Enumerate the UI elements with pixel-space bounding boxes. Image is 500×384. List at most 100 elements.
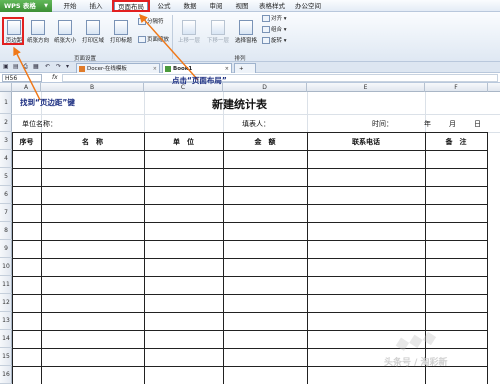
print-area-icon	[86, 20, 100, 35]
dropdown-icon[interactable]: ▾	[66, 63, 69, 70]
table-border	[12, 222, 488, 223]
row-headers: 1 2 3 4 5 6 7 8 9 10 11 12 13 14 15 16	[0, 92, 12, 384]
selection-pane-button[interactable]: 选择窗格	[233, 20, 259, 44]
bring-forward-icon	[182, 20, 196, 35]
row-header[interactable]: 2	[0, 114, 12, 132]
annotation-find-margin: 找到“页边距”键	[20, 98, 75, 107]
formula-input[interactable]	[62, 74, 498, 82]
save-icon[interactable]: ▣	[3, 63, 9, 70]
row-header[interactable]: 8	[0, 222, 12, 240]
row-header[interactable]: 9	[0, 240, 12, 258]
margin-button-label: 页边距	[5, 38, 23, 44]
spreadsheet-icon	[165, 66, 171, 72]
paper-size-button-label: 纸张大小	[53, 38, 76, 44]
column-header-d[interactable]: D	[223, 83, 307, 92]
menu-table-style[interactable]: 表格样式	[256, 0, 288, 12]
day-label: 日	[474, 120, 481, 128]
align-button[interactable]: 对齐 ▾	[262, 15, 287, 24]
table-border	[144, 132, 145, 384]
row-header[interactable]: 14	[0, 330, 12, 348]
column-headers: A B C D E F	[0, 83, 500, 92]
group-divider	[172, 15, 173, 59]
selection-pane-label: 选择窗格	[234, 38, 257, 44]
page-zoom-button[interactable]: 页面缩放	[138, 36, 169, 45]
row-header[interactable]: 3	[0, 132, 12, 150]
menu-view[interactable]: 视图	[230, 0, 254, 12]
table-border	[12, 186, 488, 187]
row-header[interactable]: 7	[0, 204, 12, 222]
fx-icon[interactable]: fx	[52, 73, 58, 83]
undo-icon[interactable]: ↶	[45, 63, 50, 70]
column-header-e[interactable]: E	[307, 83, 425, 92]
gridline	[12, 114, 500, 115]
row-header[interactable]: 6	[0, 186, 12, 204]
page-break-button[interactable]: 分隔符	[138, 18, 164, 27]
margin-button[interactable]: 页边距	[3, 20, 25, 44]
row-header[interactable]: 4	[0, 150, 12, 168]
select-all-corner[interactable]	[0, 83, 12, 92]
column-header-a[interactable]: A	[12, 83, 41, 92]
new-tab-button[interactable]: +	[234, 63, 256, 73]
name-box[interactable]: H56	[2, 74, 42, 82]
table-border	[41, 132, 42, 384]
align-icon	[262, 15, 270, 22]
row-header[interactable]: 16	[0, 366, 12, 384]
row-header[interactable]: 1	[0, 92, 12, 114]
page-orientation-icon	[31, 20, 45, 35]
preview-icon[interactable]: ▦	[33, 63, 39, 70]
table-border	[12, 240, 488, 241]
redo-icon[interactable]: ↷	[56, 63, 61, 70]
send-backward-label: 下移一层	[206, 38, 229, 44]
orientation-button[interactable]: 纸张方向	[26, 20, 50, 44]
bring-forward-label: 上移一层	[177, 38, 200, 44]
print-area-button[interactable]: 打印区域	[80, 20, 106, 44]
print-icon[interactable]: ⎙	[23, 63, 28, 71]
chevron-down-icon: ▼	[44, 3, 48, 9]
menu-home[interactable]: 开始	[58, 0, 82, 12]
row-header[interactable]: 11	[0, 276, 12, 294]
year-label: 年	[424, 120, 431, 128]
row-header[interactable]: 12	[0, 294, 12, 312]
menu-office-space[interactable]: 办公空间	[290, 0, 326, 12]
print-titles-icon	[114, 20, 128, 35]
header-phone: 联系电话	[352, 137, 380, 146]
filler-label: 填表人：	[242, 120, 270, 128]
print-titles-button[interactable]: 打印标题	[108, 20, 134, 44]
tab-docer-label: Docer-在线模板	[87, 66, 127, 72]
align-label: 对齐	[271, 16, 283, 22]
table-border	[12, 132, 488, 133]
table-border	[12, 204, 488, 205]
table-border	[487, 132, 488, 384]
tab-docer[interactable]: Docer-在线模板 ×	[76, 63, 160, 73]
menu-data[interactable]: 数据	[178, 0, 202, 12]
column-header-f[interactable]: F	[425, 83, 488, 92]
bring-forward-button[interactable]: 上移一层	[176, 20, 202, 44]
row-header[interactable]: 13	[0, 312, 12, 330]
tab-book1-label: Book1	[173, 66, 193, 72]
header-amount: 金 额	[254, 137, 276, 146]
table-border	[12, 168, 488, 169]
menu-page-layout[interactable]: 页面布局	[114, 0, 148, 12]
row-header[interactable]: 10	[0, 258, 12, 276]
page-break-icon	[138, 18, 146, 25]
menu-insert[interactable]: 插入	[84, 0, 108, 12]
table-border	[223, 132, 224, 384]
menu-formulas[interactable]: 公式	[152, 0, 176, 12]
rotate-button[interactable]: 旋转 ▾	[262, 37, 287, 46]
column-header-b[interactable]: B	[41, 83, 144, 92]
wps-app-menu-button[interactable]: WPS 表格 ▼	[0, 0, 52, 12]
group-button[interactable]: 组合 ▾	[262, 26, 287, 35]
page-break-label: 分隔符	[147, 19, 164, 25]
group-label: 组合	[271, 27, 283, 33]
paper-size-icon	[58, 20, 72, 35]
page-zoom-icon	[138, 36, 146, 43]
row-header[interactable]: 15	[0, 348, 12, 366]
group-label-page-setup: 页面设置	[73, 56, 96, 62]
tab-book1[interactable]: Book1 ×	[162, 63, 232, 73]
menu-review[interactable]: 审阅	[204, 0, 228, 12]
open-icon[interactable]: ▤	[13, 63, 19, 70]
send-backward-button[interactable]: 下移一层	[205, 20, 231, 44]
app-name: WPS 表格	[4, 2, 36, 10]
paper-size-button[interactable]: 纸张大小	[52, 20, 78, 44]
row-header[interactable]: 5	[0, 168, 12, 186]
